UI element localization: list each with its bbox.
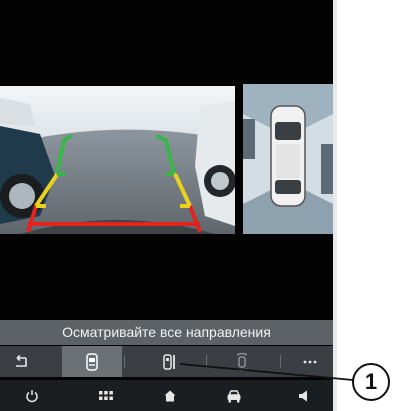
sensor-view-icon (236, 352, 248, 371)
home-icon (164, 390, 176, 401)
vehicle-button[interactable] (216, 380, 252, 411)
volume-icon (299, 390, 307, 401)
toolbar-separator (206, 355, 207, 368)
toolbar-separator (124, 355, 125, 368)
more-icon (303, 360, 316, 363)
toolbar-separator (280, 355, 281, 368)
volume-button[interactable] (286, 380, 322, 411)
apps-button[interactable] (88, 380, 124, 411)
rear-camera-view (0, 86, 235, 234)
rear-camera-view-button[interactable] (62, 346, 122, 377)
more-button[interactable] (286, 346, 333, 377)
power-icon (26, 389, 38, 402)
bottom-navigation-bar (0, 380, 333, 411)
camera-toolbar (0, 346, 333, 377)
back-icon (16, 354, 27, 367)
callout-marker: 1 (352, 363, 390, 401)
surround-top-view (243, 84, 333, 234)
infotainment-screen: Осматривайте все направления (0, 0, 333, 411)
car-icon (227, 389, 241, 402)
side-camera-view-icon (163, 353, 175, 370)
back-button[interactable] (0, 346, 42, 377)
rear-camera-view-icon (86, 352, 98, 371)
guidance-message: Осматривайте все направления (0, 320, 333, 345)
home-button[interactable] (152, 380, 188, 411)
side-camera-view-button[interactable] (140, 346, 200, 377)
power-button[interactable] (14, 380, 50, 411)
sensor-view-button[interactable] (212, 346, 272, 377)
screen-bezel (333, 0, 337, 411)
apps-grid-icon (99, 390, 113, 400)
